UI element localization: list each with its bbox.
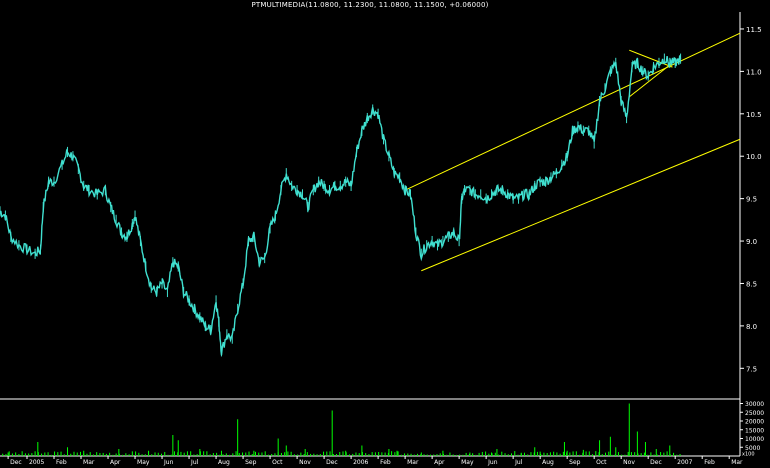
date-tick-label: Oct — [596, 459, 607, 466]
price-volume-chart: 11.5 11.0 10.5 10.0 9.5 9.0 8.5 8.0 7.5 30000 250… — [0, 12, 764, 466]
date-tick-label: Aug — [542, 459, 554, 466]
date-tick-label: Jun — [487, 459, 498, 466]
date-tick-label: Nov — [299, 459, 311, 466]
date-tick-label: 2006 — [353, 459, 368, 466]
price-tick-label: 11.0 — [746, 68, 762, 76]
price-tick-label: 8.0 — [746, 323, 757, 331]
price-tick-label: 11.5 — [746, 26, 762, 34]
date-tick-label: Feb — [56, 459, 67, 466]
volume-tick-label: 25000 — [745, 410, 764, 417]
date-tick-label: May — [137, 459, 150, 466]
date-tick-label: Oct — [272, 459, 283, 466]
price-tick-label: 10.5 — [746, 111, 762, 119]
date-axis-ticks: Dec 2005 Feb Mar Apr May Jun Jul Aug Sep Oct Nov Dec… — [7, 456, 743, 466]
date-tick-label: Jun — [163, 459, 174, 466]
date-tick-label: Aug — [218, 459, 230, 466]
price-tick-label: 10.0 — [746, 153, 762, 161]
date-tick-label: Dec — [650, 459, 662, 466]
date-tick-label: Apr — [110, 459, 121, 466]
axis-frame — [0, 12, 741, 457]
date-tick-label: Feb — [380, 459, 391, 466]
volume-tick-label: 10000 — [745, 436, 764, 443]
date-tick-label: Sep — [245, 459, 256, 466]
date-tick-label: Feb — [704, 459, 715, 466]
date-tick-label: 2007 — [677, 459, 692, 466]
date-tick-label: Dec — [10, 459, 22, 466]
volume-bars — [2, 403, 681, 456]
date-tick-label: Dec — [326, 459, 338, 466]
volume-unit-label: x100 — [742, 452, 755, 458]
price-tick-label: 9.0 — [746, 238, 757, 246]
volume-tick-label: 20000 — [745, 419, 764, 426]
volume-tick-label: 15000 — [745, 427, 764, 434]
price-axis-ticks: 11.5 11.0 10.5 10.0 9.5 9.0 8.5 8.0 7.5 — [740, 26, 762, 373]
price-tick-label: 7.5 — [746, 365, 757, 373]
date-tick-label: 2005 — [29, 459, 44, 466]
price-tick-label: 8.5 — [746, 280, 757, 288]
date-tick-label: May — [461, 459, 474, 466]
trendline — [404, 32, 741, 191]
date-tick-label: Mar — [407, 459, 419, 466]
date-tick-label: Mar — [731, 459, 743, 466]
price-line — [0, 55, 682, 356]
volume-tick-label: 30000 — [745, 401, 764, 408]
price-tick-label: 9.5 — [746, 196, 757, 204]
date-tick-label: Jul — [514, 459, 523, 466]
trendline — [421, 138, 741, 272]
date-tick-label: Apr — [434, 459, 445, 466]
date-tick-label: Mar — [83, 459, 95, 466]
price-series — [0, 53, 682, 357]
trendlines — [404, 32, 741, 272]
date-tick-label: Sep — [569, 459, 581, 466]
date-tick-label: Nov — [623, 459, 635, 466]
date-tick-label: Jul — [190, 459, 199, 466]
volume-axis-ticks: 30000250002000015000100005000x100 — [740, 401, 764, 458]
